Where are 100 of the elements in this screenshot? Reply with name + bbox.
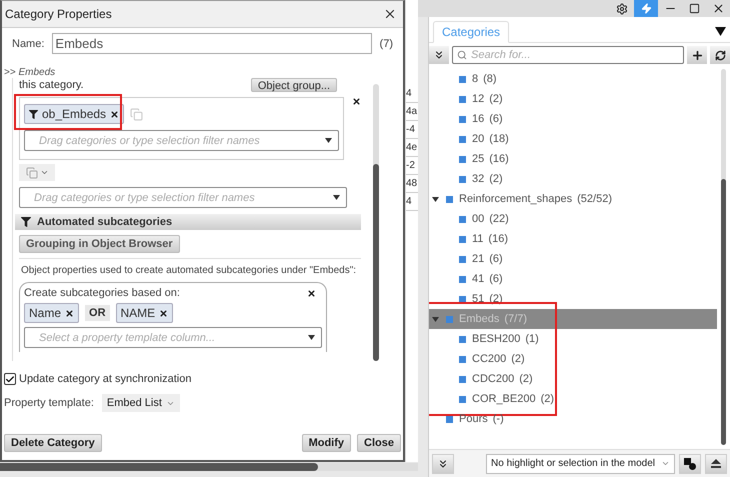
checkmark-icon xyxy=(5,374,15,384)
tree-item[interactable]: BESH200 (1) xyxy=(429,329,717,349)
property-chip[interactable]: Name xyxy=(24,303,80,323)
category-square-icon xyxy=(459,176,466,182)
tree-count: (16) xyxy=(488,233,508,245)
tree-item[interactable]: 12 (2) xyxy=(429,89,717,109)
delete-button[interactable]: Delete Category xyxy=(4,434,102,452)
search-icon xyxy=(457,50,467,60)
tree-label: 51 xyxy=(472,293,484,305)
category-square-icon xyxy=(459,96,466,102)
tree-count: (52/52) xyxy=(577,193,612,205)
scrollbar-thumb[interactable] xyxy=(0,463,318,471)
table-cell: -2 xyxy=(406,160,418,175)
remove-icon[interactable] xyxy=(65,308,74,318)
eject-button[interactable] xyxy=(705,454,727,474)
tree-item[interactable]: 16 (6) xyxy=(429,109,717,129)
sync-checkbox[interactable]: Update category at synchronization xyxy=(4,373,393,385)
tree-item[interactable]: 8 (8) xyxy=(429,69,717,89)
category-square-icon xyxy=(446,196,453,202)
category-square-icon xyxy=(459,116,466,122)
object-group-button[interactable]: Object group... xyxy=(250,78,337,92)
tree-item[interactable]: 32 (2) xyxy=(429,169,717,189)
tree-count: (2) xyxy=(489,93,503,105)
property-chip[interactable]: NAME xyxy=(116,303,174,323)
remove-icon[interactable] xyxy=(110,110,120,118)
tree-count: (-) xyxy=(492,413,504,425)
scrollbar-thumb[interactable] xyxy=(373,164,379,361)
double-chevron-icon xyxy=(437,458,449,470)
tree-label: BESH200 xyxy=(472,333,520,345)
tree-label: 41 xyxy=(472,273,484,285)
name-field[interactable]: Embeds xyxy=(52,33,372,54)
tree-item[interactable]: COR_BE200 (2) xyxy=(429,389,717,409)
dropdown-icon xyxy=(333,195,340,200)
square-circle-icon xyxy=(684,458,696,470)
highlight-dropdown[interactable]: No highlight or selection in the model xyxy=(486,454,675,474)
scrollbar-thumb[interactable] xyxy=(721,179,726,445)
shapes-button[interactable] xyxy=(679,454,701,474)
dialog-button[interactable]: Modify xyxy=(302,434,352,452)
tree-item[interactable]: CC200 (2) xyxy=(429,349,717,369)
table-cell: -4 xyxy=(406,124,418,139)
tree-count: (16) xyxy=(489,153,509,165)
window-title: Category Properties xyxy=(5,7,112,21)
tree-label: Reinforcement_shapes xyxy=(459,193,572,205)
tree-count: (6) xyxy=(489,253,503,265)
category-square-icon xyxy=(459,136,466,142)
refresh-button[interactable] xyxy=(710,46,730,64)
tree-item[interactable]: Reinforcement_shapes (52/52) xyxy=(429,189,717,209)
refresh-icon xyxy=(714,50,726,60)
grouping-button[interactable]: Grouping in Object Browser xyxy=(19,235,180,253)
category-square-icon xyxy=(459,296,466,302)
table-cell: 4 xyxy=(406,196,418,211)
tree-item[interactable]: 00 (22) xyxy=(429,209,717,229)
copy-icon xyxy=(26,166,38,178)
tree-label: 11 xyxy=(472,233,484,245)
dialog-button[interactable]: Close xyxy=(357,434,401,452)
remove-icon[interactable] xyxy=(159,308,168,318)
tree-item[interactable]: 41 (6) xyxy=(429,269,717,289)
template-dropdown[interactable]: Embed List xyxy=(102,394,180,412)
table-cell: 48 xyxy=(406,178,418,193)
import-button[interactable] xyxy=(432,454,454,474)
tree-item[interactable]: 21 (6) xyxy=(429,249,717,269)
tree-count: (2) xyxy=(489,173,503,185)
filter-chip[interactable]: ob_Embeds xyxy=(24,104,124,124)
description-text: Object properties used to create automated subcategories under "Embeds": xyxy=(21,265,358,276)
chevron-down-icon xyxy=(661,459,670,468)
search-field[interactable]: Search for... xyxy=(452,46,684,64)
field-label: Name: xyxy=(12,38,44,50)
tree-item[interactable]: 25 (16) xyxy=(429,149,717,169)
category-square-icon xyxy=(459,76,466,82)
tree-label: 21 xyxy=(472,253,484,265)
operator-label: OR xyxy=(85,305,110,321)
tree-count: (2) xyxy=(511,353,525,365)
tree-label: 8 xyxy=(472,73,478,85)
expand-caret-icon xyxy=(432,196,439,202)
tree-count: (7/7) xyxy=(504,313,527,325)
tree-item[interactable]: 11 (16) xyxy=(429,229,717,249)
category-square-icon xyxy=(459,216,466,222)
add-button[interactable] xyxy=(687,46,707,64)
category-square-icon xyxy=(459,356,466,362)
eject-icon xyxy=(711,458,721,468)
tree-count: (2) xyxy=(540,393,554,405)
tree-count: (6) xyxy=(489,113,503,125)
collapse-button[interactable] xyxy=(429,46,449,64)
table-cell: 4a xyxy=(406,106,418,121)
tree-label: 12 xyxy=(472,93,484,105)
copy-icon xyxy=(130,108,144,120)
tree-item[interactable]: CDC200 (2) xyxy=(429,369,717,389)
tree-label: CDC200 xyxy=(472,373,514,385)
tree-label: 16 xyxy=(472,113,484,125)
dropdown-icon xyxy=(308,335,315,340)
menu-triangle-icon[interactable] xyxy=(715,27,726,36)
tree-item[interactable]: 20 (18) xyxy=(429,129,717,149)
tree-count: (6) xyxy=(489,273,503,285)
section-title: Automated subcategories xyxy=(37,216,172,228)
category-square-icon xyxy=(446,316,453,322)
remove-icon[interactable] xyxy=(307,288,316,298)
remove-icon[interactable] xyxy=(352,97,361,106)
category-square-icon xyxy=(459,236,466,242)
close-icon[interactable] xyxy=(383,7,397,21)
tree-item[interactable]: Pours (-) xyxy=(429,409,717,429)
